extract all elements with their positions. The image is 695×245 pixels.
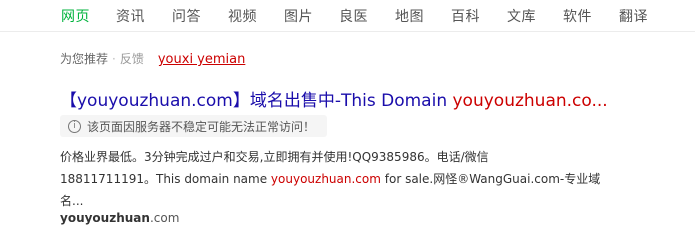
recommend-separator: · [112,52,116,66]
tab-qa[interactable]: 问答 [172,6,201,26]
snippet-line-2: 18811711191。This domain name youyouzhuan… [60,172,601,186]
tab-health[interactable]: 良医 [339,6,368,26]
info-icon: i [68,119,81,133]
tab-wenku[interactable]: 文库 [507,6,536,26]
recommended-keyword-link[interactable]: youxi yemian [158,52,246,67]
tab-web[interactable]: 网页 [61,6,90,26]
recommendation-bar: 为您推荐 · 反馈 youxi yemian [60,50,245,68]
tab-translate[interactable]: 翻译 [619,6,648,26]
tab-software[interactable]: 软件 [563,6,592,26]
vertical-tabs-bar: 网页 资讯 问答 视频 图片 良医 地图 百科 文库 软件 翻译 [0,0,695,32]
site-domain-bold: youyouzhuan [60,211,150,225]
feedback-link[interactable]: 反馈 [120,52,144,66]
result-title-highlight: youyouzhuan.co... [452,91,608,111]
tab-video[interactable]: 视频 [228,6,257,26]
site-domain-rest: .com [149,211,180,225]
tab-maps[interactable]: 地图 [395,6,424,26]
tab-images[interactable]: 图片 [284,6,313,26]
snippet-line-3: 名... [60,194,84,208]
snippet-highlight: youyouzhuan.com [270,172,381,186]
result-title-text: 【youyouzhuan.com】域名出售中-This Domain [60,91,453,111]
server-warning-badge: i 该页面因服务器不稳定可能无法正常访问！ [60,115,328,137]
warning-text: 该页面因服务器不稳定可能无法正常访问！ [87,119,316,134]
result-snippet: 价格业界最低。3分钟完成过户和交易,立即拥有并使用!QQ9385986。电话/微… [60,146,620,212]
result-title-link[interactable]: 【youyouzhuan.com】域名出售中-This Domain youyo… [60,86,620,111]
tab-news[interactable]: 资讯 [116,6,145,26]
snippet-line-1: 价格业界最低。3分钟完成过户和交易,立即拥有并使用!QQ9385986。电话/微… [60,150,489,164]
tab-baike[interactable]: 百科 [451,6,480,26]
recommend-label: 为您推荐 [60,52,109,66]
result-site-url[interactable]: youyouzhuan.com [60,211,179,225]
